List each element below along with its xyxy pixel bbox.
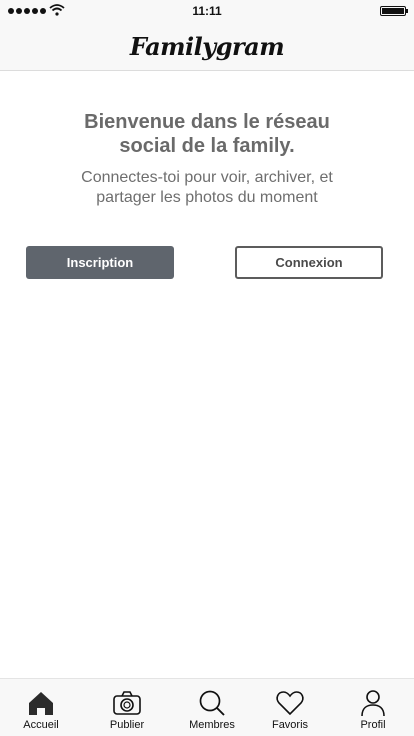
tab-label: Favoris — [271, 719, 309, 731]
app-logo: Familygram — [129, 32, 285, 61]
user-icon — [361, 690, 385, 717]
status-time: 11:11 — [192, 4, 222, 18]
bottom-tab-bar: Accueil Publier Membres Favoris Profil — [0, 678, 414, 736]
battery-icon — [380, 6, 408, 16]
status-bar: 11:11 — [0, 0, 414, 22]
tab-label: Membres — [189, 719, 235, 731]
home-icon — [29, 692, 53, 715]
heart-icon — [276, 691, 304, 716]
camera-icon — [113, 691, 141, 715]
tab-publier[interactable]: Publier — [87, 679, 167, 736]
search-icon — [199, 690, 225, 716]
tab-label: Accueil — [23, 719, 59, 731]
signup-button[interactable]: Inscription — [26, 246, 174, 279]
tab-label: Publier — [109, 719, 145, 731]
tab-favoris[interactable]: Favoris — [250, 679, 330, 736]
welcome-subtitle: Connectes-toi pour voir, archiver, et pa… — [81, 169, 333, 206]
login-button[interactable]: Connexion — [235, 246, 383, 279]
app-header: Familygram — [0, 22, 414, 71]
tab-accueil[interactable]: Accueil — [1, 679, 81, 736]
tab-membres[interactable]: Membres — [172, 679, 252, 736]
welcome-title: Bienvenue dans le réseau social de la fa… — [84, 111, 330, 157]
tab-profil[interactable]: Profil — [333, 679, 413, 736]
tab-label: Profil — [360, 719, 386, 731]
